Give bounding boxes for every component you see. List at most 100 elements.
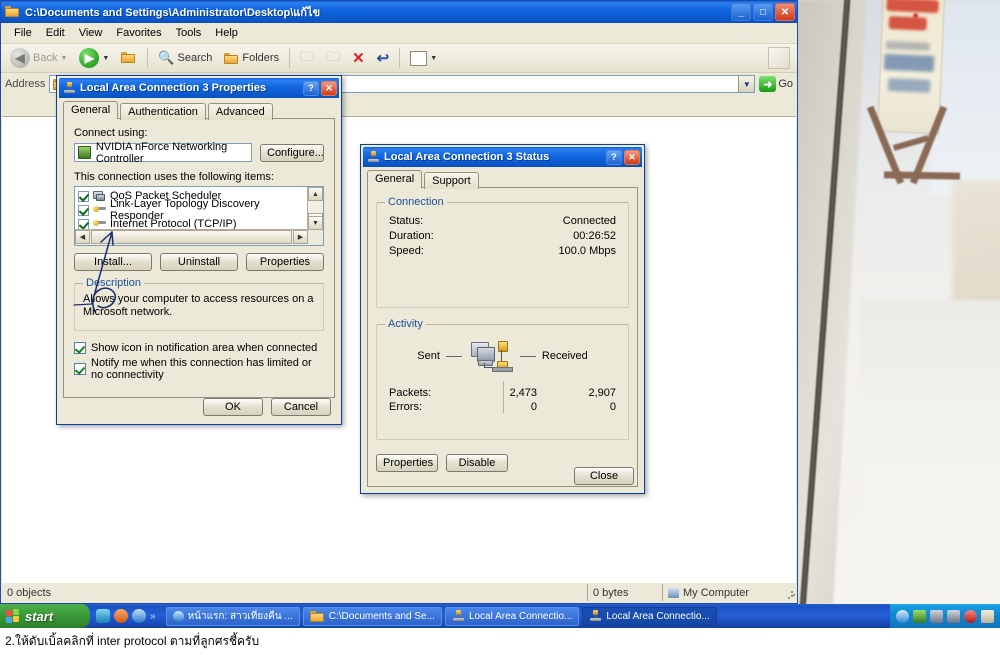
protocol-icon [93,219,106,229]
forward-button[interactable]: ▶ ▼ [74,46,114,70]
task-button[interactable]: หน้าแรก: สาวเที่ยงคืน ... [165,606,300,626]
disable-button[interactable]: Disable [446,454,508,472]
task-button-active[interactable]: Local Area Connectio... [582,606,717,626]
network-icon [589,610,602,622]
configure-button[interactable]: Configure... [260,143,324,162]
scroll-up-icon[interactable]: ▲ [308,187,323,201]
move-to-button[interactable]: 🗀 [295,44,319,72]
media-player-icon[interactable] [114,609,128,623]
internet-explorer-icon [172,610,184,622]
tab-general[interactable]: General [367,170,423,188]
help-button[interactable]: ? [303,80,319,96]
network-icon [452,610,465,622]
menu-help[interactable]: Help [208,25,245,41]
back-arrow-icon: ◀ [10,48,30,68]
checkbox-lltd[interactable] [78,204,89,216]
activity-group: Activity Sent Received Packets: 2,473 2,… [376,318,629,440]
show-icon-checkbox-row[interactable]: Show icon in notification area when conn… [74,342,324,354]
show-desktop-icon[interactable] [96,609,110,623]
chevron-down-icon[interactable]: ▼ [738,76,755,92]
toolbar-separator [289,48,291,68]
menu-tools[interactable]: Tools [169,25,209,41]
shield-icon[interactable] [913,609,926,623]
connect-using-label: Connect using: [74,127,148,139]
copy-to-button[interactable]: 🗀 [321,44,345,72]
tab-advanced[interactable]: Advanced [207,103,273,120]
caption-bar: 2.ให้ดับเบิ้ลคลิกที่ inter protocol ตามท… [0,628,1000,655]
ok-button[interactable]: OK [203,398,263,416]
errors-key: Errors: [389,401,422,413]
undo-button[interactable]: ↩ [372,47,395,69]
properties-button[interactable]: Properties [246,253,324,271]
network-connection-icon [63,82,76,94]
horizontal-scrollbar[interactable]: ◀ ▶ [75,229,308,245]
list-item[interactable]: Link-Layer Topology Discovery Responder [75,198,307,222]
start-button[interactable]: start [0,604,90,628]
screen: C:\Documents and Settings\Administrator\… [0,0,1000,655]
scroll-right-icon[interactable]: ▶ [293,230,308,244]
task-button[interactable]: Local Area Connectio... [444,606,580,626]
chevron-more-icon[interactable]: » [150,611,156,622]
views-button[interactable]: ▼ [405,49,442,68]
resize-grip[interactable] [782,586,796,600]
uninstall-button[interactable]: Uninstall [160,253,238,271]
properties-dialog-panel: Connect using: NVIDIA nForce Networking … [63,118,335,398]
adapter-field[interactable]: NVIDIA nForce Networking Controller [74,141,252,165]
chevron-down-icon: ▼ [430,54,438,62]
maximize-button[interactable]: □ [753,3,773,21]
task-label: Local Area Connectio... [606,610,710,622]
minimize-button[interactable]: _ [731,3,751,21]
checkbox-tcpip[interactable] [78,218,89,230]
help-button[interactable]: ? [606,149,622,165]
checkbox-notify[interactable] [74,363,86,375]
ie-icon[interactable] [896,609,909,623]
status-size: 0 bytes [587,584,662,601]
activity-group-legend: Activity [385,318,426,330]
close-button[interactable]: ✕ [321,80,337,96]
connection-group: Connection Status: Connected Duration: 0… [376,196,629,308]
chevron-down-icon: ▼ [60,54,68,62]
menu-file[interactable]: File [7,25,39,41]
menu-edit[interactable]: Edit [39,25,72,41]
activity-divider [502,381,504,413]
windows-flag-icon [768,47,790,69]
components-listbox[interactable]: QoS Packet Scheduler Link-Layer Topology… [74,186,324,246]
duration-row: Duration: 00:26:52 [389,230,616,242]
scroll-thumb-h[interactable] [91,230,292,244]
network2-icon[interactable] [947,609,960,623]
photo-sign [877,0,945,135]
tab-support[interactable]: Support [424,172,479,189]
internet-explorer-icon[interactable] [132,609,146,623]
scroll-down-icon[interactable]: ▼ [308,216,323,230]
delete-button[interactable]: ✕ [347,47,370,69]
tab-authentication[interactable]: Authentication [120,103,206,120]
properties-dialog: Local Area Connection 3 Properties ? ✕ G… [56,75,342,425]
menu-favorites[interactable]: Favorites [109,25,168,41]
show-icon-label: Show icon in notification area when conn… [91,342,318,354]
duration-key: Duration: [389,230,434,242]
close-dialog-button[interactable]: Close [574,467,634,485]
checkbox-qos[interactable] [78,190,89,202]
tab-general[interactable]: General [63,101,119,119]
network-icon[interactable] [930,609,943,623]
menu-view[interactable]: View [72,25,110,41]
properties-button[interactable]: Properties [376,454,438,472]
back-button[interactable]: ◀ Back ▼ [5,46,72,70]
checkbox-show-icon[interactable] [74,342,86,354]
task-button[interactable]: C:\Documents and Se... [302,606,442,626]
notify-checkbox-row[interactable]: Notify me when this connection has limit… [74,357,324,381]
folders-button[interactable]: Folders [219,50,284,66]
my-computer-icon [668,587,679,598]
up-button[interactable] [116,49,142,67]
cancel-button[interactable]: Cancel [271,398,331,416]
status-dialog: Local Area Connection 3 Status ? ✕ Gener… [360,144,645,494]
vertical-scrollbar[interactable]: ▲ ▼ [307,187,323,230]
install-button[interactable]: Install... [74,253,152,271]
close-button[interactable]: ✕ [624,149,640,165]
av-icon[interactable] [964,609,977,623]
battery-icon[interactable] [981,609,994,623]
close-button[interactable]: ✕ [775,3,795,21]
go-button[interactable]: ➜ Go [759,76,793,92]
search-button[interactable]: 🔍 Search [153,48,217,68]
scroll-left-icon[interactable]: ◀ [75,230,90,244]
